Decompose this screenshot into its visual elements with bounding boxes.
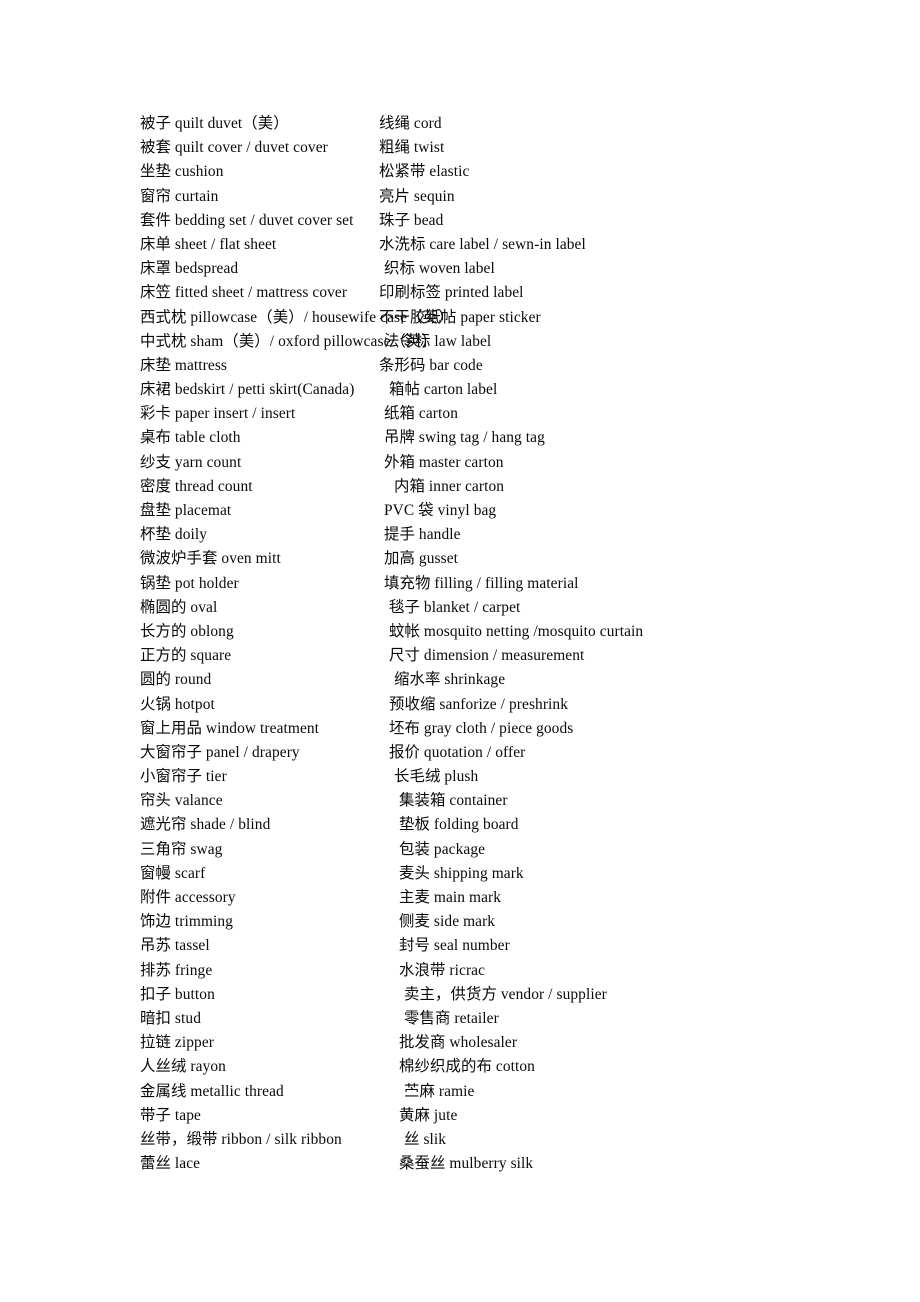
- glossary-entry: 床垫 mattress: [140, 356, 228, 374]
- glossary-entry: 蚊帐 mosquito netting /mosquito curtain: [389, 622, 644, 640]
- glossary-entry: 印刷标签 printed label: [379, 284, 524, 302]
- glossary-entry: 大窗帘子 panel / drapery: [140, 743, 300, 761]
- glossary-entry: 杯垫 doily: [140, 526, 208, 544]
- glossary-entry: 遮光帘 shade / blind: [140, 816, 271, 834]
- glossary-entry: 窗上用品 window treatment: [140, 719, 320, 737]
- document-page: 被子 quilt duvet（美） 被套 quilt cover / duvet …: [0, 0, 920, 1302]
- glossary-entry: 微波炉手套 oven mitt: [140, 550, 281, 568]
- glossary-entry: 织标 woven label: [384, 260, 495, 278]
- glossary-entry: 箱帖 carton label: [389, 381, 498, 399]
- glossary-entry: 丝带，缎带 ribbon / silk ribbon: [140, 1130, 342, 1148]
- glossary-entry: 窗帘 curtain: [140, 187, 219, 205]
- glossary-entry: 坯布 gray cloth / piece goods: [389, 719, 574, 737]
- glossary-entry: 人丝绒 rayon: [140, 1058, 226, 1076]
- glossary-entry: 纱支 yarn count: [140, 453, 242, 471]
- glossary-entry: 桑蚕丝 mulberry silk: [399, 1155, 534, 1173]
- glossary-entry: 预收缩 sanforize / preshrink: [389, 695, 569, 713]
- glossary-entry: 加高 gusset: [384, 550, 459, 568]
- glossary-entry: 小窗帘子 tier: [140, 768, 227, 786]
- glossary-entry: 暗扣 stud: [140, 1009, 201, 1027]
- glossary-entry: 缩水率 shrinkage: [394, 671, 506, 689]
- glossary-entry: 圆的 round: [140, 671, 212, 689]
- glossary-entry: PVC 袋 vinyl bag: [384, 502, 497, 519]
- glossary-entry: 丝 slik: [404, 1130, 447, 1148]
- glossary-entry: 松紧带 elastic: [379, 163, 470, 181]
- glossary-entry: 集装箱 container: [399, 792, 508, 810]
- glossary-entry: 火锅 hotpot: [140, 695, 215, 713]
- glossary-entry: 棉纱织成的布 cotton: [399, 1058, 535, 1076]
- glossary-entry: 床单 sheet / flat sheet: [140, 235, 277, 253]
- glossary-entry: 包装 package: [399, 840, 486, 858]
- glossary-entry: 三角帘 swag: [140, 840, 223, 858]
- glossary-entry: 不干胶纸帖 paper sticker: [379, 308, 541, 326]
- glossary-entry: 金属线 metallic thread: [140, 1082, 284, 1100]
- glossary-entry: 卖主，供货方 vendor / supplier: [404, 985, 607, 1003]
- glossary-entry: 床罩 bedspread: [140, 260, 239, 278]
- glossary-entry: 附件 accessory: [140, 889, 236, 906]
- glossary-column-left: 被子 quilt duvet（美） 被套 quilt cover / duvet …: [0, 0, 454, 1176]
- glossary-entry: 中式枕 sham（美）/ oxford pillowcase（英）: [140, 332, 437, 350]
- glossary-entry: 拉链 zipper: [140, 1034, 214, 1052]
- glossary-entry: 提手 handle: [384, 526, 461, 544]
- glossary-entry: 主麦 main mark: [399, 889, 502, 906]
- glossary-entry: 纸箱 carton: [384, 405, 458, 423]
- glossary-entry: 密度 thread count: [140, 477, 253, 495]
- glossary-columns: 被子 quilt duvet（美） 被套 quilt cover / duvet …: [0, 0, 920, 1302]
- glossary-entry: 正方的 square: [140, 647, 232, 665]
- glossary-entry: 带子 tape: [140, 1106, 201, 1124]
- glossary-entry: 坐垫 cushion: [140, 163, 224, 181]
- glossary-entry: 长方的 oblong: [140, 622, 234, 640]
- glossary-entry: 尺寸 dimension / measurement: [389, 647, 585, 665]
- glossary-entry: 扣子 button: [140, 985, 215, 1003]
- glossary-entry: 桌布 table cloth: [140, 429, 241, 447]
- glossary-entry: 排苏 fringe: [140, 961, 213, 979]
- glossary-entry: 床笠 fitted sheet / mattress cover: [140, 284, 348, 302]
- glossary-entry: 侧麦 side mark: [399, 913, 496, 931]
- glossary-entry: 蕾丝 lace: [140, 1155, 201, 1173]
- glossary-entry: 条形码 bar code: [379, 356, 483, 374]
- glossary-entry: 盘垫 placemat: [140, 502, 232, 519]
- glossary-entry: 被套 quilt cover / duvet cover: [140, 139, 328, 157]
- glossary-entry: 套件 bedding set / duvet cover set: [140, 211, 354, 229]
- glossary-entry: 封号 seal number: [399, 937, 510, 955]
- glossary-entry: 被子 quilt duvet（美）: [140, 115, 289, 132]
- glossary-entry: 线绳 cord: [379, 115, 442, 132]
- glossary-entry: 椭圆的 oval: [140, 598, 218, 616]
- glossary-entry: 珠子 bead: [379, 211, 444, 229]
- glossary-entry: 报价 quotation / offer: [389, 743, 526, 761]
- glossary-entry: 吊苏 tassel: [140, 937, 210, 955]
- glossary-entry: 垫板 folding board: [399, 816, 519, 834]
- glossary-entry: 水浪带 ricrac: [399, 961, 486, 979]
- glossary-entry: 西式枕 pillowcase（美）/ housewife case（英）: [140, 308, 454, 326]
- glossary-entry: 粗绳 twist: [379, 139, 445, 157]
- glossary-entry: 水洗标 care label / sewn-in label: [379, 235, 586, 253]
- glossary-entry: 锅垫 pot holder: [140, 574, 239, 592]
- glossary-entry: 外箱 master carton: [384, 453, 504, 471]
- glossary-entry: 麦头 shipping mark: [399, 864, 524, 882]
- glossary-entry: 苎麻 ramie: [404, 1082, 475, 1100]
- glossary-entry: 法令标 law label: [384, 332, 492, 350]
- glossary-entry: 长毛绒 plush: [394, 768, 479, 786]
- glossary-entry: 帘头 valance: [140, 792, 223, 810]
- glossary-entry: 批发商 wholesaler: [399, 1034, 518, 1052]
- glossary-entry: 彩卡 paper insert / insert: [140, 405, 296, 423]
- glossary-entry: 饰边 trimming: [140, 913, 234, 931]
- glossary-entry: 零售商 retailer: [404, 1009, 499, 1027]
- glossary-entry: 窗幔 scarf: [140, 864, 206, 882]
- glossary-entry: 内箱 inner carton: [394, 477, 505, 495]
- glossary-entry: 黄麻 jute: [399, 1106, 458, 1124]
- glossary-entry: 亮片 sequin: [379, 187, 455, 205]
- glossary-entry: 填充物 filling / filling material: [384, 574, 579, 592]
- glossary-entry: 床裙 bedskirt / petti skirt(Canada): [140, 381, 355, 399]
- glossary-entry: 毯子 blanket / carpet: [389, 598, 521, 616]
- glossary-entry: 吊牌 swing tag / hang tag: [384, 429, 545, 447]
- glossary-column-right: 线绳 cord 粗绳 twist 松紧带 elastic 亮片 sequin 珠子 be…: [370, 0, 920, 1176]
